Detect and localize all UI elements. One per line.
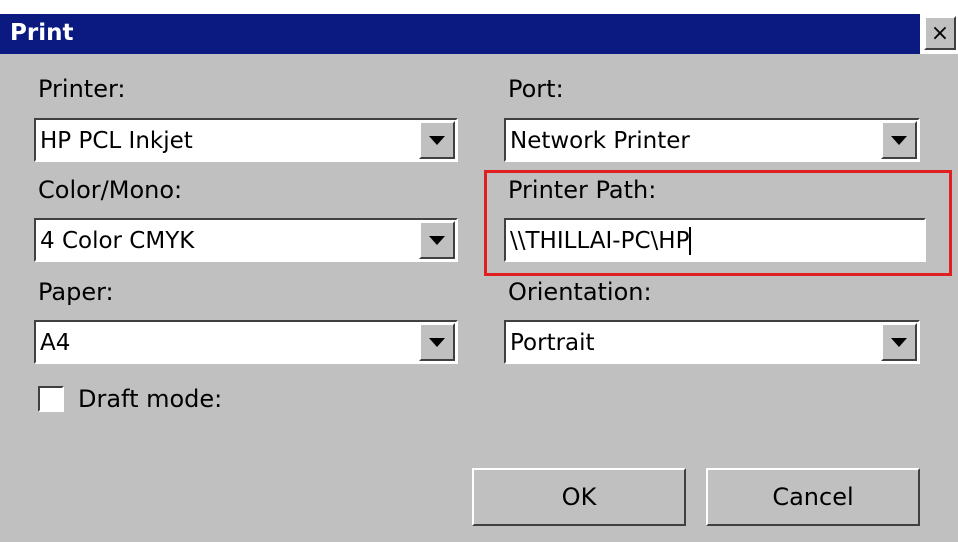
ok-button-label: OK	[561, 483, 597, 511]
paper-select[interactable]: A4	[34, 320, 458, 364]
paper-label: Paper:	[38, 278, 114, 306]
chevron-down-icon	[891, 135, 907, 145]
text-caret	[689, 227, 692, 255]
chevron-down-icon	[429, 135, 445, 145]
printer-path-value: \\THILLAI-PC\HP	[510, 228, 690, 254]
port-dropdown-button[interactable]	[881, 121, 917, 159]
orientation-select[interactable]: Portrait	[504, 320, 920, 364]
printer-dropdown-button[interactable]	[419, 121, 455, 159]
cancel-button[interactable]: Cancel	[706, 468, 920, 526]
color-mono-dropdown-button[interactable]	[419, 221, 455, 259]
color-mono-select[interactable]: 4 Color CMYK	[34, 218, 458, 262]
port-select-value: Network Printer	[510, 128, 690, 154]
paper-select-value: A4	[40, 330, 71, 356]
printer-path-input[interactable]: \\THILLAI-PC\HP	[504, 218, 926, 262]
title-bar-fill	[0, 14, 920, 54]
printer-label: Printer:	[38, 75, 126, 103]
chevron-down-icon	[891, 337, 907, 347]
cancel-button-label: Cancel	[772, 483, 854, 511]
ok-button[interactable]: OK	[472, 468, 686, 526]
color-mono-select-value: 4 Color CMYK	[40, 228, 195, 254]
orientation-select-value: Portrait	[510, 330, 595, 356]
printer-path-label: Printer Path:	[508, 176, 657, 204]
dialog-title: Print	[10, 20, 74, 46]
paper-dropdown-button[interactable]	[419, 323, 455, 361]
close-icon: ×	[930, 20, 950, 46]
close-button[interactable]: ×	[924, 16, 956, 50]
print-dialog: Print × Printer: HP PCL Inkjet Port: Net…	[0, 0, 958, 542]
orientation-dropdown-button[interactable]	[881, 323, 917, 361]
port-select[interactable]: Network Printer	[504, 118, 920, 162]
port-label: Port:	[508, 75, 564, 103]
chevron-down-icon	[429, 235, 445, 245]
orientation-label: Orientation:	[508, 278, 652, 306]
printer-select[interactable]: HP PCL Inkjet	[34, 118, 458, 162]
draft-mode-label: Draft mode:	[78, 385, 223, 413]
chevron-down-icon	[429, 337, 445, 347]
printer-select-value: HP PCL Inkjet	[40, 128, 193, 154]
title-bar: Print ×	[0, 0, 958, 54]
draft-mode-checkbox[interactable]	[38, 386, 64, 412]
printer-path-value-wrap: \\THILLAI-PC\HP	[510, 227, 692, 255]
color-mono-label: Color/Mono:	[38, 176, 183, 204]
